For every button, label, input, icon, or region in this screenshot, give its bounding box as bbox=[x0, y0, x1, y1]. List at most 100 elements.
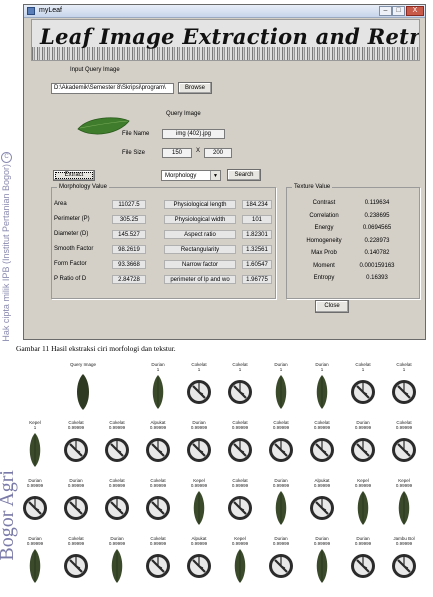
result-label: Cokelat 0.99999 bbox=[139, 536, 177, 546]
watermark-strip: C Hak cipta milik IPB (Institut Pertania… bbox=[0, 0, 18, 597]
result-label: Durian 0.99999 bbox=[16, 536, 54, 546]
window-title: myLeaf bbox=[39, 7, 62, 14]
result-cell: Durian 0.99999 bbox=[16, 536, 54, 594]
morph-label: Rectangularity bbox=[164, 245, 236, 254]
result-label: Durian 0.99999 bbox=[16, 478, 54, 488]
result-label: Cokelat 1 bbox=[385, 362, 423, 372]
placeholder-result-image bbox=[105, 496, 129, 520]
texture-label: Moment bbox=[313, 263, 335, 269]
result-label: Cokelat 0.99999 bbox=[221, 420, 259, 430]
browse-button[interactable]: Browse bbox=[178, 82, 212, 94]
result-cell: Cokelat 0.99999 bbox=[98, 420, 136, 478]
texture-value: 0.140782 bbox=[364, 250, 390, 256]
morph-label: Area bbox=[54, 201, 67, 207]
file-name-field[interactable]: img (402).jpg bbox=[162, 129, 225, 139]
placeholder-result-image bbox=[187, 438, 211, 462]
result-label: Cokelat 1 bbox=[221, 362, 259, 372]
minimize-button[interactable]: – bbox=[379, 6, 392, 16]
texture-value: 0.000159163 bbox=[359, 263, 395, 269]
search-button[interactable]: Search bbox=[227, 169, 261, 181]
placeholder-result-image bbox=[64, 438, 88, 462]
result-label: Kepel 0.99999 bbox=[221, 536, 259, 546]
app-window: myLeaf – □ X Leaf Image Extraction and R… bbox=[23, 4, 426, 340]
placeholder-result-image bbox=[351, 380, 375, 404]
query-leaf-image bbox=[77, 374, 89, 410]
result-cell: Cokelat 0.99999 bbox=[57, 420, 95, 478]
result-cell: Durian 0.99999 bbox=[303, 536, 341, 594]
result-cell: Durian 0.99999 bbox=[180, 420, 218, 478]
method-select[interactable]: Morphology ▼ bbox=[161, 170, 221, 181]
morph-value: 1.96775 bbox=[242, 275, 272, 284]
placeholder-result-image bbox=[146, 496, 170, 520]
result-label: Kepel 1 bbox=[16, 420, 54, 430]
texture-value: 0.228973 bbox=[364, 238, 390, 244]
placeholder-result-image bbox=[228, 380, 252, 404]
placeholder-result-image bbox=[351, 554, 375, 578]
app-icon bbox=[27, 7, 35, 15]
result-label: Durian 0.99999 bbox=[344, 420, 382, 430]
result-cell: Durian 1 bbox=[139, 362, 177, 420]
maximize-button[interactable]: □ bbox=[392, 6, 405, 16]
result-label: Cokelat 0.99999 bbox=[385, 420, 423, 430]
leaf-result-image bbox=[29, 433, 41, 467]
result-label: Alpukat 0.99999 bbox=[303, 478, 341, 488]
leaf-result-image bbox=[357, 491, 369, 525]
result-cell: Alpukat 0.99999 bbox=[303, 478, 341, 536]
method-select-value: Morphology bbox=[165, 173, 197, 179]
result-cell: Durian 0.99999 bbox=[344, 536, 382, 594]
result-label: Kepel 0.99999 bbox=[180, 478, 218, 488]
leaf-result-image bbox=[111, 549, 123, 583]
placeholder-result-image bbox=[105, 438, 129, 462]
morph-value: 101 bbox=[242, 215, 272, 224]
leaf-result-image bbox=[234, 549, 246, 583]
file-size-height-field[interactable]: 200 bbox=[204, 148, 232, 158]
texture-value: 0.0694565 bbox=[362, 225, 392, 231]
result-cell: Alpukat 0.99999 bbox=[180, 536, 218, 594]
result-cell: Cokelat 1 bbox=[221, 362, 259, 420]
leaf-result-image bbox=[152, 375, 164, 409]
result-label: Durian 1 bbox=[139, 362, 177, 372]
extract-button[interactable]: Extract bbox=[53, 170, 95, 181]
result-cell: Cokelat 0.99999 bbox=[221, 478, 259, 536]
morph-label: Perimeter (P) bbox=[54, 216, 90, 222]
morph-value: 98.2619 bbox=[112, 245, 146, 254]
image-path-field[interactable]: D:\Akademik\Semester 8\Skripsi\program\ bbox=[51, 83, 174, 94]
result-label: Cokelat 0.99999 bbox=[221, 478, 259, 488]
texture-label: Energy bbox=[314, 225, 334, 231]
result-label: Kepel 0.99999 bbox=[344, 478, 382, 488]
result-label: Cokelat 0.99999 bbox=[139, 478, 177, 488]
result-cell: Durian 0.99999 bbox=[98, 536, 136, 594]
result-label: Durian 1 bbox=[303, 362, 341, 372]
morph-label: Physiological width bbox=[164, 215, 236, 224]
texture-label: Correlation bbox=[309, 213, 339, 219]
close-window-button[interactable]: X bbox=[406, 6, 424, 16]
leaf-result-image bbox=[275, 375, 287, 409]
banner-title: Leaf Image Extraction and Retrieval bbox=[40, 24, 420, 49]
result-label: Durian 0.99999 bbox=[262, 536, 300, 546]
placeholder-result-image bbox=[269, 554, 293, 578]
result-cell: Durian 0.99999 bbox=[57, 478, 95, 536]
leaf-result-image bbox=[275, 491, 287, 525]
copyright-icon: C bbox=[1, 152, 12, 163]
morph-label: P Ratio of D bbox=[54, 276, 87, 282]
result-cell: Durian 1 bbox=[262, 362, 300, 420]
texture-group-title: Texture Value bbox=[292, 184, 333, 190]
result-label: Alpukat 0.99999 bbox=[139, 420, 177, 430]
placeholder-result-image bbox=[146, 438, 170, 462]
result-cell: Kepel 0.99999 bbox=[221, 536, 259, 594]
morph-label: Smooth Factor bbox=[54, 246, 94, 252]
close-button[interactable]: Close bbox=[315, 300, 349, 313]
texture-label: Max Prob bbox=[311, 250, 337, 256]
title-bar: myLeaf – □ X bbox=[24, 5, 425, 18]
placeholder-result-image bbox=[310, 496, 334, 520]
chevron-down-icon[interactable]: ▼ bbox=[210, 171, 220, 180]
morph-value: 1.32561 bbox=[242, 245, 272, 254]
placeholder-result-image bbox=[228, 496, 252, 520]
result-cell: Durian 0.99999 bbox=[16, 478, 54, 536]
watermark-copyright: Hak cipta milik IPB (Institut Pertanian … bbox=[1, 164, 11, 342]
file-size-width-field[interactable]: 150 bbox=[162, 148, 192, 158]
result-label: Cokelat 0.99999 bbox=[262, 420, 300, 430]
result-cell: Kepel 0.99999 bbox=[344, 478, 382, 536]
result-cell: Kepel 1 bbox=[16, 420, 54, 478]
texture-label: Entropy bbox=[313, 275, 335, 281]
